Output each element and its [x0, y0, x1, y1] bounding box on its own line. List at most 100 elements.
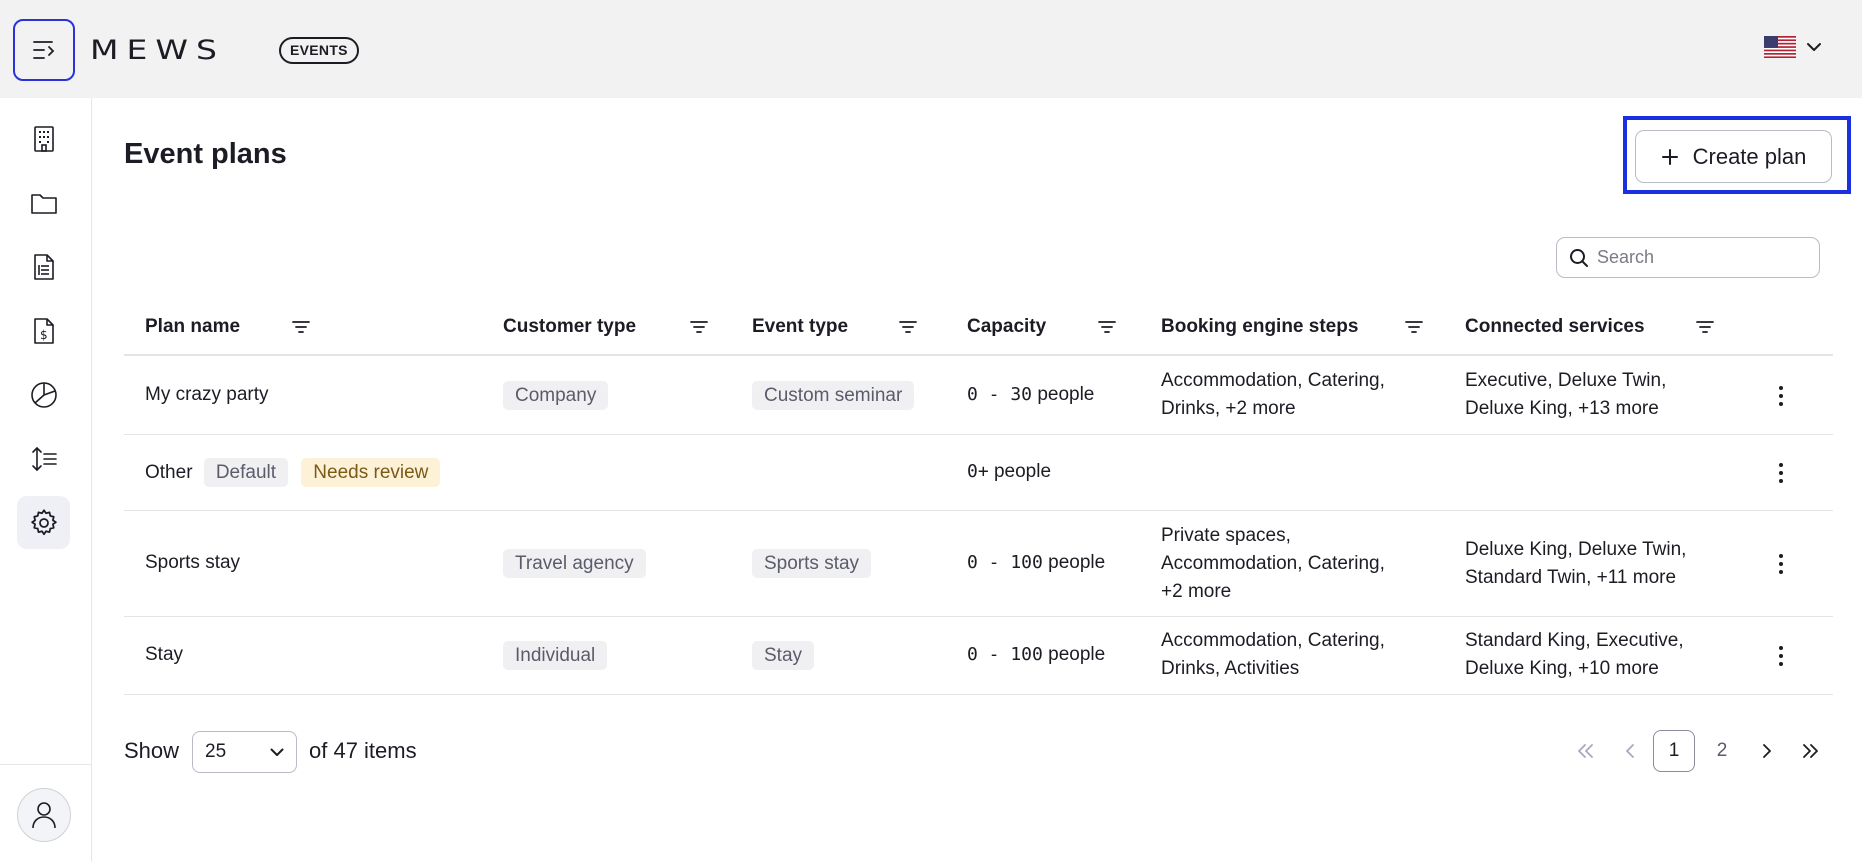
show-label: Show [124, 738, 180, 763]
capacity-range: 0 - 30 [967, 384, 1033, 405]
svg-text:$: $ [40, 328, 48, 342]
product-badge: EVENTS [279, 37, 359, 64]
search-icon [1570, 248, 1588, 267]
services-line: Standard Twin, +11 more [1465, 567, 1677, 588]
booking-steps-line: +2 more [1161, 581, 1232, 602]
column-header-plan-name: Plan name [145, 316, 241, 337]
filter-icon[interactable] [690, 320, 708, 339]
plan-name: Stay [145, 644, 184, 665]
filter-icon[interactable] [1098, 320, 1116, 339]
us-flag-icon [1764, 36, 1796, 58]
gear-icon [30, 508, 57, 535]
filter-icon[interactable] [899, 320, 917, 339]
user-avatar-button[interactable] [17, 788, 71, 842]
plus-icon [1661, 148, 1678, 165]
create-plan-button[interactable]: Create plan [1635, 130, 1832, 183]
event-type-tag: Custom seminar [752, 381, 915, 410]
page-size-select[interactable]: 25 [192, 731, 297, 773]
double-chevron-left-icon [1578, 744, 1593, 758]
capacity: 0 - 100 people [967, 549, 1105, 577]
capacity: 0 - 100 people [967, 641, 1105, 669]
invoice-dollar-icon: $ [33, 317, 54, 344]
event-type-tag: Sports stay [752, 549, 872, 578]
capacity-unit: people [1037, 384, 1095, 405]
services-line: Executive, Deluxe Twin, [1465, 370, 1667, 391]
event-type-tag: Stay [752, 641, 815, 670]
search-input[interactable] [1597, 247, 1807, 268]
building-icon [33, 125, 54, 152]
table-row[interactable]: Sports stay Travel agency Sports stay 0 … [124, 511, 1833, 617]
first-page-button[interactable] [1574, 730, 1598, 772]
plan-name: Other [145, 462, 193, 483]
sidebar-item-folders[interactable] [17, 176, 70, 229]
filter-icon[interactable] [292, 320, 310, 339]
page-button[interactable]: 2 [1709, 730, 1735, 772]
mews-logo: MEWS [90, 30, 225, 68]
services-line: Deluxe King, +13 more [1465, 398, 1659, 419]
row-actions-button[interactable] [1769, 458, 1793, 488]
row-actions-button[interactable] [1769, 641, 1793, 671]
table-header: Plan name Customer type Event type Capac… [124, 302, 1833, 356]
booking-steps-line: Accommodation, Catering, [1161, 370, 1385, 391]
capacity-range: 0 - 100 [967, 552, 1043, 573]
customer-type-tag: Travel agency [503, 549, 646, 578]
logo-text: MEWS [90, 33, 225, 65]
column-header-event-type: Event type [752, 316, 849, 337]
user-icon [32, 802, 56, 829]
table-row[interactable]: My crazy party Company Custom seminar 0 … [124, 356, 1833, 435]
page-size-value: 25 [205, 741, 227, 762]
customer-type-tag: Individual [503, 641, 608, 670]
booking-steps-line: Accommodation, Catering, [1161, 553, 1385, 574]
filter-icon[interactable] [1696, 320, 1714, 339]
sidebar-item-ordering[interactable] [17, 432, 70, 485]
column-header-capacity: Capacity [967, 316, 1047, 337]
row-actions-button[interactable] [1769, 549, 1793, 579]
search-field[interactable] [1556, 237, 1820, 278]
capacity-range: 0+ [967, 461, 989, 482]
top-bar: MEWS EVENTS [0, 0, 1862, 98]
sidebar: $ [0, 98, 92, 862]
chevron-right-icon [1763, 744, 1771, 758]
booking-steps-line: Accommodation, Catering, [1161, 630, 1385, 651]
sidebar-item-settings[interactable] [17, 496, 70, 549]
booking-steps: Accommodation, Catering, Drinks, +2 more [1161, 367, 1385, 423]
folder-icon [30, 193, 57, 214]
customer-type-tag: Company [503, 381, 609, 410]
needs-review-badge: Needs review [301, 458, 441, 487]
last-page-button[interactable] [1798, 730, 1822, 772]
plan-name: My crazy party [145, 384, 269, 405]
table-row[interactable]: Other Default Needs review 0+ people [124, 435, 1833, 511]
pie-chart-icon [30, 381, 57, 408]
capacity-range: 0 - 100 [967, 644, 1043, 665]
plan-name: Sports stay [145, 552, 241, 573]
booking-steps-line: Drinks, +2 more [1161, 398, 1296, 419]
services-line: Deluxe King, +10 more [1465, 658, 1659, 679]
capacity-unit: people [1048, 644, 1106, 665]
language-selector[interactable] [1764, 36, 1822, 58]
capacity-unit: people [1048, 552, 1106, 573]
table-row[interactable]: Stay Individual Stay 0 - 100 people Acco… [124, 617, 1833, 695]
create-plan-label: Create plan [1692, 143, 1807, 169]
previous-page-button[interactable] [1618, 730, 1642, 772]
sidebar-item-invoices[interactable]: $ [17, 304, 70, 357]
booking-steps-line: Drinks, Activities [1161, 658, 1300, 679]
double-chevron-right-icon [1803, 744, 1818, 758]
filter-icon[interactable] [1405, 320, 1423, 339]
page-button-current[interactable]: 1 [1653, 730, 1695, 772]
connected-services: Standard King, Executive, Deluxe King, +1… [1465, 627, 1684, 683]
menu-toggle-button[interactable] [13, 19, 75, 81]
sidebar-item-documents[interactable] [17, 240, 70, 293]
items-count: of 47 items [309, 738, 417, 763]
page-title: Event plans [124, 138, 287, 170]
sidebar-divider [0, 764, 91, 765]
capacity-unit: people [993, 461, 1052, 482]
row-actions-button[interactable] [1769, 381, 1793, 411]
plan-name-cell: Other Default Needs review [145, 458, 441, 487]
sidebar-item-reports[interactable] [17, 368, 70, 421]
sidebar-item-properties[interactable] [17, 112, 70, 165]
booking-steps: Accommodation, Catering, Drinks, Activiti… [1161, 627, 1385, 683]
chevron-down-icon [270, 748, 284, 756]
connected-services: Executive, Deluxe Twin, Deluxe King, +13 … [1465, 367, 1666, 423]
next-page-button[interactable] [1755, 730, 1779, 772]
column-header-booking-steps: Booking engine steps [1161, 316, 1359, 337]
